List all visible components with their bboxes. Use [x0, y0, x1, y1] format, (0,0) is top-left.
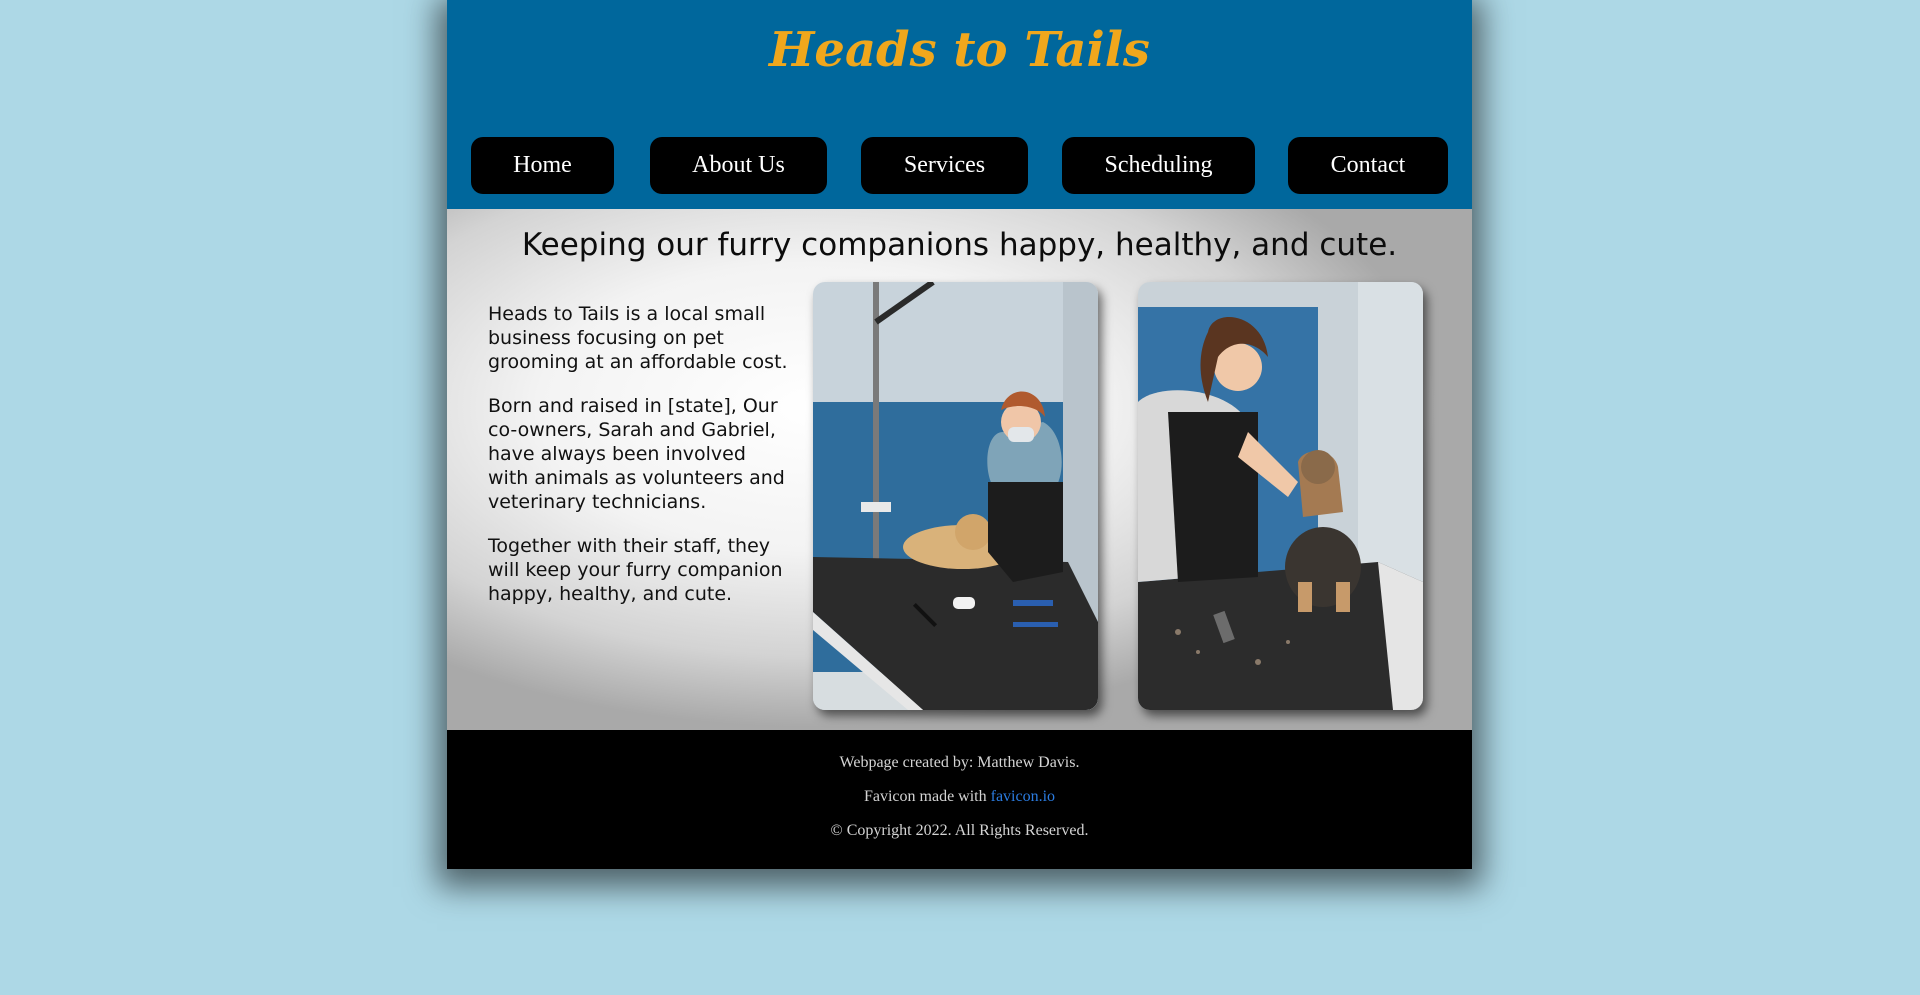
site-header: Heads to Tails Home About Us Services Sc…	[447, 0, 1472, 209]
nav-contact-button[interactable]: Contact	[1288, 137, 1448, 194]
cat-grooming-photo	[813, 282, 1098, 710]
about-paragraph: Together with their staff, they will kee…	[488, 535, 783, 605]
site-title: Heads to Tails	[769, 22, 1150, 78]
dog-grooming-photo	[1138, 282, 1423, 710]
favicon-credit-text: Favicon made with	[863, 788, 991, 805]
favicon-link[interactable]: favicon.io	[991, 788, 1055, 805]
main-nav: Home About Us Services Scheduling Contac…	[447, 137, 1472, 194]
creator-credit: Webpage created by: Matthew Davis.	[839, 754, 1080, 771]
nav-home-button[interactable]: Home	[471, 137, 614, 194]
about-paragraph: Heads to Tails is a local small business…	[488, 303, 788, 373]
nav-about-button[interactable]: About Us	[650, 137, 827, 194]
nav-scheduling-button[interactable]: Scheduling	[1062, 137, 1255, 194]
site-footer: Webpage created by: Matthew Davis. Favic…	[447, 730, 1472, 869]
about-paragraph: Born and raised in [state], Our co-owner…	[488, 395, 785, 513]
nav-services-button[interactable]: Services	[861, 137, 1028, 194]
copyright-notice: © Copyright 2022. All Rights Reserved.	[830, 822, 1089, 839]
main-content: Keeping our furry companions happy, heal…	[447, 209, 1472, 730]
tagline: Keeping our furry companions happy, heal…	[521, 227, 1398, 263]
favicon-credit: Favicon made with favicon.io	[447, 787, 1472, 806]
about-text: Heads to Tails is a local small business…	[488, 302, 788, 626]
page-container: Heads to Tails Home About Us Services Sc…	[447, 0, 1472, 869]
